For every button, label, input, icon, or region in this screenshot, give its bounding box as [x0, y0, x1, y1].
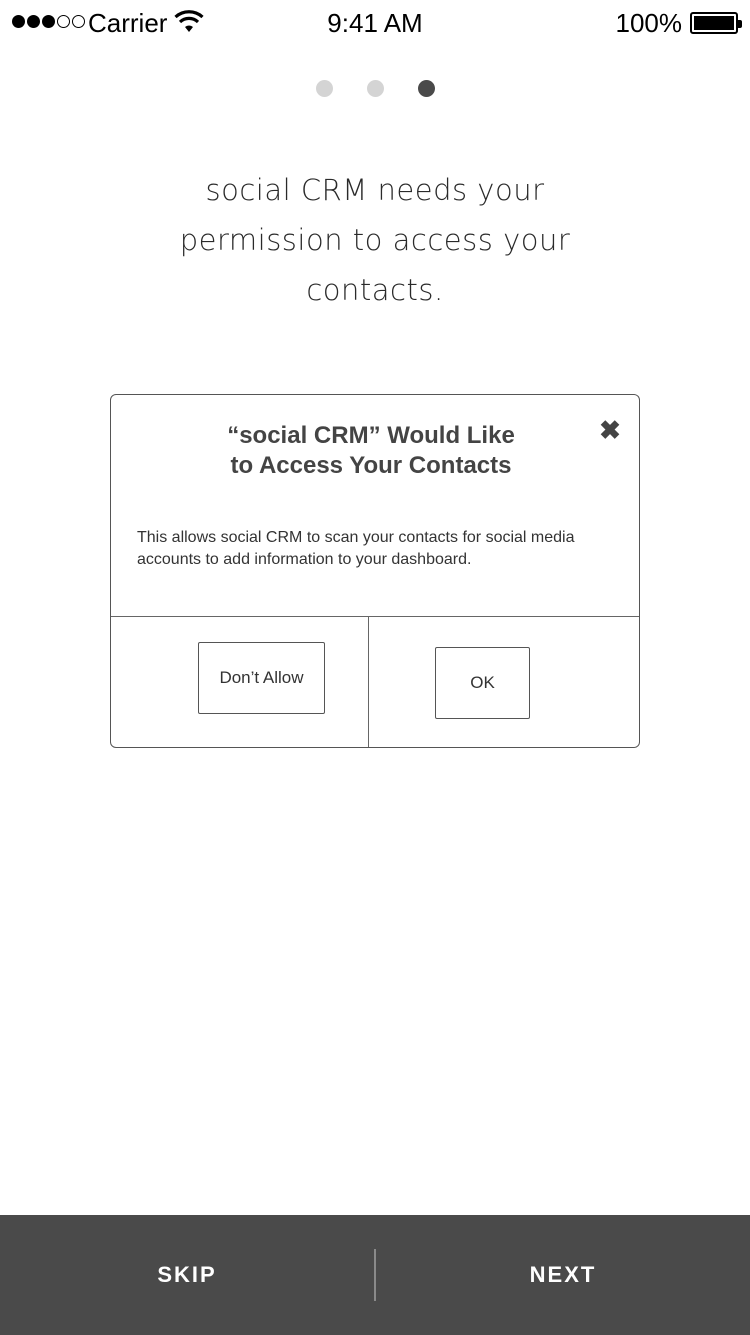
- dont-allow-button[interactable]: Don’t Allow: [198, 642, 325, 714]
- permission-dialog: “social CRM” Would Like to Access Your C…: [110, 394, 640, 748]
- dialog-title: “social CRM” Would Like to Access Your C…: [151, 421, 591, 481]
- dialog-button-divider: [368, 617, 369, 747]
- onboarding-headline: social CRM needs your permission to acce…: [179, 173, 571, 307]
- battery-icon: [690, 12, 742, 34]
- ok-button[interactable]: OK: [435, 647, 530, 719]
- page-dot-active: [417, 80, 435, 97]
- next-button[interactable]: NEXT: [376, 1215, 750, 1335]
- battery-percent: 100%: [615, 8, 683, 38]
- dialog-divider: [111, 616, 639, 617]
- page-dot: [366, 80, 384, 97]
- page-dot: [315, 80, 333, 97]
- dialog-title-line: to Access Your Contacts: [230, 452, 512, 479]
- skip-button[interactable]: SKIP: [0, 1215, 374, 1335]
- bottom-bar: SKIP NEXT: [0, 1215, 750, 1335]
- status-bar: Carrier 9:41 AM 100%: [0, 0, 750, 46]
- dialog-message: This allows social CRM to scan your cont…: [137, 529, 575, 568]
- page-indicator: [0, 80, 750, 97]
- close-icon[interactable]: ✖: [599, 417, 621, 443]
- dialog-title-line: “social CRM” Would Like: [227, 422, 515, 449]
